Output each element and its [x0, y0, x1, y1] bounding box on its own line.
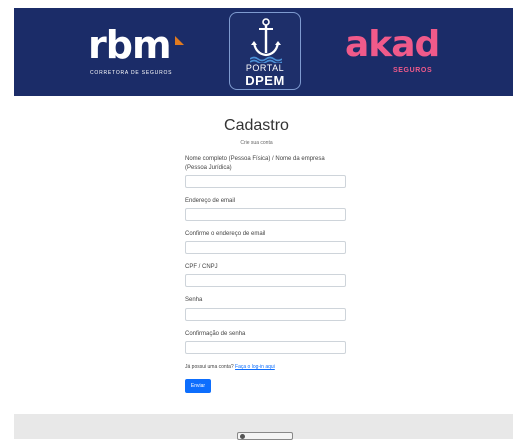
email-label: Endereço de email [185, 198, 236, 204]
portal-logo-line2: DPEM [245, 73, 285, 88]
submit-button[interactable]: Enviar [185, 379, 211, 393]
confirm-password-input[interactable] [185, 341, 346, 354]
akad-subtitle: SEGUROS [393, 67, 433, 74]
rbm-accent-icon [175, 36, 184, 45]
rbm-subtitle: CORRETORA DE SEGUROS [90, 70, 173, 76]
confirm-password-label: Confirmação de senha [185, 331, 246, 337]
cpf-cnpj-label: CPF / CNPJ [185, 264, 218, 270]
rbm-logo: rbm [88, 23, 172, 67]
login-prompt-text: Já possui uma conta? [185, 364, 234, 370]
cpf-cnpj-input[interactable] [185, 274, 346, 287]
full-name-label: Nome completo (Pessoa Física) / Nome da … [185, 156, 325, 171]
full-name-input[interactable] [185, 175, 346, 188]
akad-logo: akad [345, 24, 440, 65]
login-link[interactable]: Faça o log-in aqui [235, 364, 275, 370]
portal-logo-line1: PORTAL [245, 63, 285, 73]
page-title: Cadastro [224, 117, 289, 134]
anchor-icon [250, 18, 282, 63]
circle-icon [240, 434, 245, 439]
confirm-email-input[interactable] [185, 241, 346, 254]
portal-dpem-logo: PORTAL DPEM [229, 12, 301, 90]
confirm-email-label: Confirme o endereço de email [185, 231, 266, 237]
password-input[interactable] [185, 308, 346, 321]
login-prompt: Já possui uma conta? Faça o log-in aqui [185, 364, 275, 370]
email-input[interactable] [185, 208, 346, 221]
page-subtitle: Crie sua conta [240, 140, 273, 146]
password-label: Senha [185, 297, 203, 303]
